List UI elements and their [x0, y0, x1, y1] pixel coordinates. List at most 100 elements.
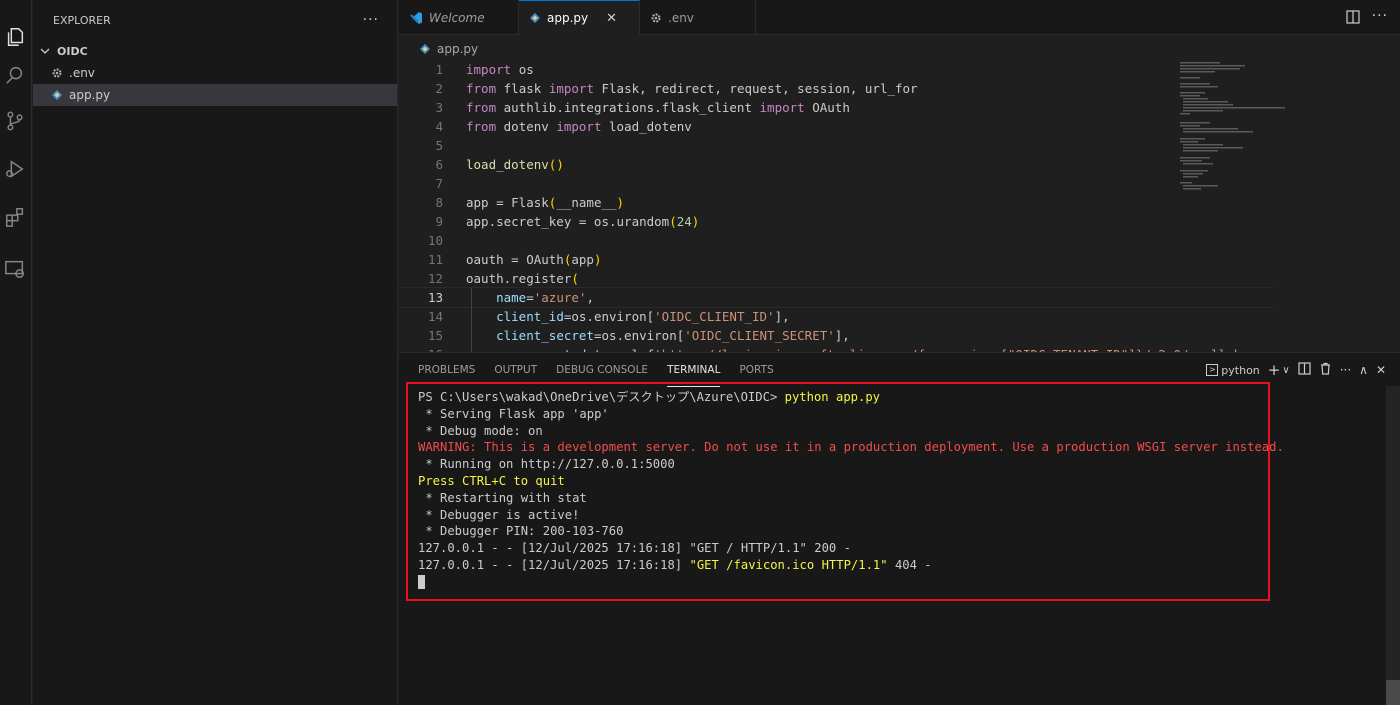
code-editor[interactable]: 1 import os 2 from flask import Flask, red…	[399, 60, 1274, 352]
line-number: 10	[427, 233, 443, 248]
terminal-name: python	[1221, 363, 1260, 377]
code-text: app = Flask(__name__)	[466, 195, 625, 210]
tab-label: Welcome	[429, 10, 485, 25]
split-terminal-icon[interactable]	[1298, 362, 1311, 378]
close-icon[interactable]: ✕	[606, 11, 617, 26]
line-number: 3	[435, 100, 443, 115]
tab-bar: Welcome app.py ✕ .env ···	[399, 0, 1400, 35]
code-line: 1 import os	[399, 60, 1274, 79]
code-line: 14 client_id=os.environ['OIDC_CLIENT_ID'…	[399, 307, 1274, 326]
line-number: 1	[435, 62, 443, 77]
line-number: 9	[435, 214, 443, 229]
file-app-py[interactable]: app.py	[33, 84, 397, 106]
code-line: 11 oauth = OAuth(app)	[399, 250, 1274, 269]
tab-app-py[interactable]: app.py ✕	[519, 0, 640, 35]
file-env[interactable]: .env	[33, 62, 397, 84]
code-line-current: 13 name='azure',	[399, 287, 1274, 308]
line-number: 8	[435, 195, 443, 210]
files-icon[interactable]	[2, 24, 28, 50]
code-line: 6 load_dotenv()	[399, 155, 1274, 174]
explorer-sidebar: EXPLORER ··· OIDC .env app.py	[33, 0, 398, 705]
activity-bar	[0, 0, 32, 705]
folder-oidc[interactable]: OIDC	[33, 40, 397, 62]
chevron-down-icon[interactable]: ∨	[1282, 365, 1289, 376]
terminal-icon: >	[1206, 364, 1219, 376]
code-line: 3 from authlib.integrations.flask_client …	[399, 98, 1274, 117]
code-text: import os	[466, 62, 534, 77]
terminal-selector[interactable]: > python	[1206, 363, 1260, 377]
run-debug-icon[interactable]	[2, 156, 28, 182]
code-text: name='azure',	[496, 290, 594, 305]
explorer-header: EXPLORER ···	[33, 0, 397, 40]
folder-label: OIDC	[57, 44, 88, 58]
search-icon[interactable]	[2, 62, 28, 88]
code-text: oauth.register(	[466, 271, 579, 286]
editor-area: Welcome app.py ✕ .env ··· app.py 1 import…	[399, 0, 1400, 705]
gear-icon	[650, 12, 662, 24]
remote-explorer-icon[interactable]	[2, 256, 28, 282]
source-control-icon[interactable]	[2, 108, 28, 134]
line-number: 7	[435, 176, 443, 191]
tab-welcome[interactable]: Welcome	[399, 0, 519, 35]
code-line: 4 from dotenv import load_dotenv	[399, 117, 1274, 136]
code-line: 15 client_secret=os.environ['OIDC_CLIENT…	[399, 326, 1274, 345]
panel-actions: > python + ∨ ··· ∧ ✕	[1206, 361, 1386, 379]
line-number: 11	[427, 252, 443, 267]
code-line: 10	[399, 231, 1274, 250]
chevron-down-icon	[37, 43, 53, 59]
code-line: 5	[399, 136, 1274, 155]
code-text: oauth = OAuth(app)	[466, 252, 602, 267]
code-text: load_dotenv()	[466, 157, 564, 172]
terminal-scrollbar[interactable]	[1386, 386, 1400, 705]
breadcrumb-file: app.py	[437, 42, 479, 56]
line-number: 2	[435, 81, 443, 96]
file-label: .env	[69, 66, 95, 80]
panel-more-button[interactable]: ···	[1340, 363, 1351, 377]
tab-label: .env	[668, 10, 694, 25]
python-icon	[49, 87, 65, 103]
file-label: app.py	[69, 88, 111, 102]
highlight-box	[406, 382, 1270, 601]
explorer-more-button[interactable]: ···	[363, 12, 379, 28]
code-line: 9 app.secret_key = os.urandom(24)	[399, 212, 1274, 231]
tab-env[interactable]: .env	[640, 0, 756, 35]
code-line: 7	[399, 174, 1274, 193]
split-editor-icon[interactable]	[1346, 10, 1360, 24]
line-number: 15	[427, 328, 443, 343]
vscode-logo-icon	[409, 11, 423, 25]
line-number: 12	[427, 271, 443, 286]
line-number: 16	[399, 345, 443, 352]
code-line: 8 app = Flask(__name__)	[399, 193, 1274, 212]
line-number: 5	[435, 138, 443, 153]
code-line: 16 server_metadata_url=f'https://login.m…	[399, 345, 1274, 352]
python-icon	[419, 43, 431, 55]
line-number: 6	[435, 157, 443, 172]
breadcrumb[interactable]: app.py	[399, 38, 1400, 60]
code-text: app.secret_key = os.urandom(24)	[466, 214, 700, 229]
extensions-icon[interactable]	[2, 204, 28, 230]
trash-icon[interactable]	[1319, 362, 1332, 378]
bottom-panel: PROBLEMS OUTPUT DEBUG CONSOLE TERMINAL P…	[399, 352, 1400, 705]
close-panel-icon[interactable]: ✕	[1376, 363, 1386, 377]
explorer-title: EXPLORER	[53, 13, 111, 27]
code-line: 2 from flask import Flask, redirect, requ…	[399, 79, 1274, 98]
scrollbar-thumb[interactable]	[1386, 680, 1400, 705]
line-number: 14	[427, 309, 443, 324]
maximize-panel-icon[interactable]: ∧	[1359, 363, 1368, 377]
code-text: from dotenv import load_dotenv	[466, 119, 692, 134]
gear-icon	[49, 65, 65, 81]
line-number: 4	[435, 119, 443, 134]
line-number: 13	[427, 290, 443, 305]
code-text: server_metadata_url=f'https://login.micr…	[443, 345, 1256, 352]
tab-label: app.py	[547, 11, 589, 25]
code-text: from authlib.integrations.flask_client i…	[466, 100, 850, 115]
code-line: 12 oauth.register(	[399, 269, 1274, 288]
code-text: from flask import Flask, redirect, reque…	[466, 81, 918, 96]
editor-more-button[interactable]: ···	[1372, 8, 1388, 24]
code-text: client_id=os.environ['OIDC_CLIENT_ID'],	[496, 309, 790, 324]
new-terminal-button[interactable]: +	[1268, 361, 1281, 379]
python-icon	[529, 12, 541, 24]
minimap[interactable]	[1175, 60, 1285, 352]
